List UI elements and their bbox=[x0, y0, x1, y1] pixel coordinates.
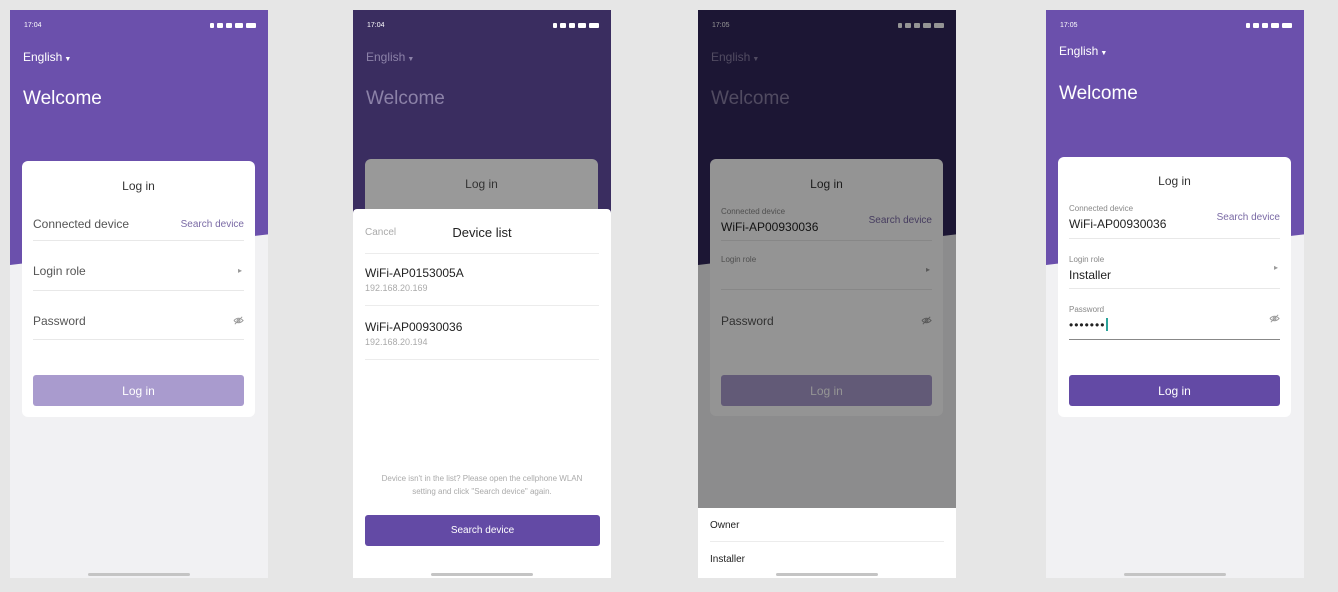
password-input[interactable]: ••••••• bbox=[1069, 316, 1108, 334]
role-option-owner[interactable]: Owner bbox=[710, 520, 739, 531]
eye-off-icon[interactable] bbox=[1269, 313, 1280, 324]
device-list-title: Device list bbox=[452, 225, 512, 240]
caret-down-icon: ▼ bbox=[64, 56, 72, 63]
status-icons bbox=[1246, 22, 1292, 29]
device-ip: 192.168.20.194 bbox=[365, 337, 428, 347]
search-device-link[interactable]: Search device bbox=[181, 219, 244, 230]
login-role-row[interactable]: Login role Installer ▸ bbox=[1069, 239, 1280, 289]
status-icons bbox=[210, 22, 256, 29]
language-label: English bbox=[366, 50, 406, 64]
caret-down-icon: ▼ bbox=[1100, 50, 1108, 57]
device-ip: 192.168.20.169 bbox=[365, 283, 428, 293]
connected-device-value: WiFi-AP00930036 bbox=[1069, 217, 1167, 231]
chevron-right-icon: ▸ bbox=[237, 266, 242, 275]
device-name: WiFi-AP00930036 bbox=[365, 320, 463, 334]
welcome-title: Welcome bbox=[1059, 83, 1138, 104]
divider bbox=[365, 305, 599, 306]
language-selector: English ▼ bbox=[366, 50, 414, 64]
login-role-row[interactable]: Login role ▸ bbox=[33, 241, 244, 291]
language-label: English bbox=[23, 50, 63, 64]
divider bbox=[365, 253, 599, 254]
connected-device-row: Connected device WiFi-AP00930036 Search … bbox=[1069, 199, 1280, 239]
home-indicator bbox=[88, 573, 190, 576]
screen-role-picker: 17:05 English ▼ Welcome Log in Connected … bbox=[698, 10, 956, 578]
login-card: Log in Connected device Search device Lo… bbox=[22, 161, 255, 417]
home-indicator bbox=[1124, 573, 1226, 576]
login-role-value: Installer bbox=[1069, 268, 1112, 282]
search-device-button[interactable]: Search device bbox=[365, 515, 600, 546]
welcome-title: Welcome bbox=[366, 88, 445, 109]
login-role-label: Login role bbox=[1069, 255, 1105, 264]
connected-device-row: Connected device Search device bbox=[33, 203, 244, 241]
eye-off-icon[interactable] bbox=[233, 315, 244, 326]
role-picker-sheet: Owner Installer bbox=[698, 508, 956, 578]
password-label: Password bbox=[1069, 305, 1105, 314]
login-card-title: Log in bbox=[465, 177, 498, 191]
screen-device-list: 17:04 English ▼ Welcome Log in Cancel Dev… bbox=[353, 10, 611, 578]
role-option-installer[interactable]: Installer bbox=[710, 554, 745, 565]
screen-login-empty: 17:04 English ▼ Welcome Log in Connected … bbox=[10, 10, 268, 578]
login-role-label: Login role bbox=[33, 264, 86, 278]
login-card-title: Log in bbox=[122, 179, 155, 193]
language-selector[interactable]: English ▼ bbox=[1059, 44, 1107, 58]
language-label: English bbox=[1059, 44, 1099, 58]
screen-login-filled: 17:05 English ▼ Welcome Log in Connected … bbox=[1046, 10, 1304, 578]
login-card: Log in Connected device WiFi-AP00930036 … bbox=[1058, 157, 1291, 417]
login-card-title: Log in bbox=[1158, 174, 1191, 188]
login-button[interactable]: Log in bbox=[1069, 375, 1280, 406]
status-time: 17:04 bbox=[24, 22, 42, 29]
divider bbox=[365, 359, 599, 360]
status-bar: 17:04 bbox=[24, 22, 256, 29]
status-time: 17:04 bbox=[367, 22, 385, 29]
status-icons bbox=[553, 22, 599, 29]
caret-down-icon: ▼ bbox=[407, 56, 415, 63]
chevron-right-icon: ▸ bbox=[1273, 263, 1278, 272]
connected-device-label: Connected device bbox=[33, 217, 130, 231]
text-cursor bbox=[1106, 318, 1108, 332]
welcome-title: Welcome bbox=[23, 88, 102, 109]
password-value: ••••••• bbox=[1069, 318, 1106, 332]
modal-overlay[interactable] bbox=[698, 10, 956, 508]
password-label: Password bbox=[33, 314, 86, 328]
login-button[interactable]: Log in bbox=[33, 375, 244, 406]
language-selector[interactable]: English ▼ bbox=[23, 50, 71, 64]
search-device-link[interactable]: Search device bbox=[1217, 212, 1280, 223]
status-bar: 17:05 bbox=[1060, 22, 1292, 29]
home-indicator bbox=[431, 573, 533, 576]
divider bbox=[710, 541, 944, 542]
home-indicator bbox=[776, 573, 878, 576]
status-bar: 17:04 bbox=[367, 22, 599, 29]
status-time: 17:05 bbox=[1060, 22, 1078, 29]
password-field[interactable]: Password ••••••• bbox=[1069, 289, 1280, 340]
device-name: WiFi-AP0153005A bbox=[365, 266, 464, 280]
password-row[interactable]: Password bbox=[33, 291, 244, 340]
connected-device-label: Connected device bbox=[1069, 204, 1134, 213]
device-hint-text: Device isn't in the list? Please open th… bbox=[381, 474, 583, 496]
